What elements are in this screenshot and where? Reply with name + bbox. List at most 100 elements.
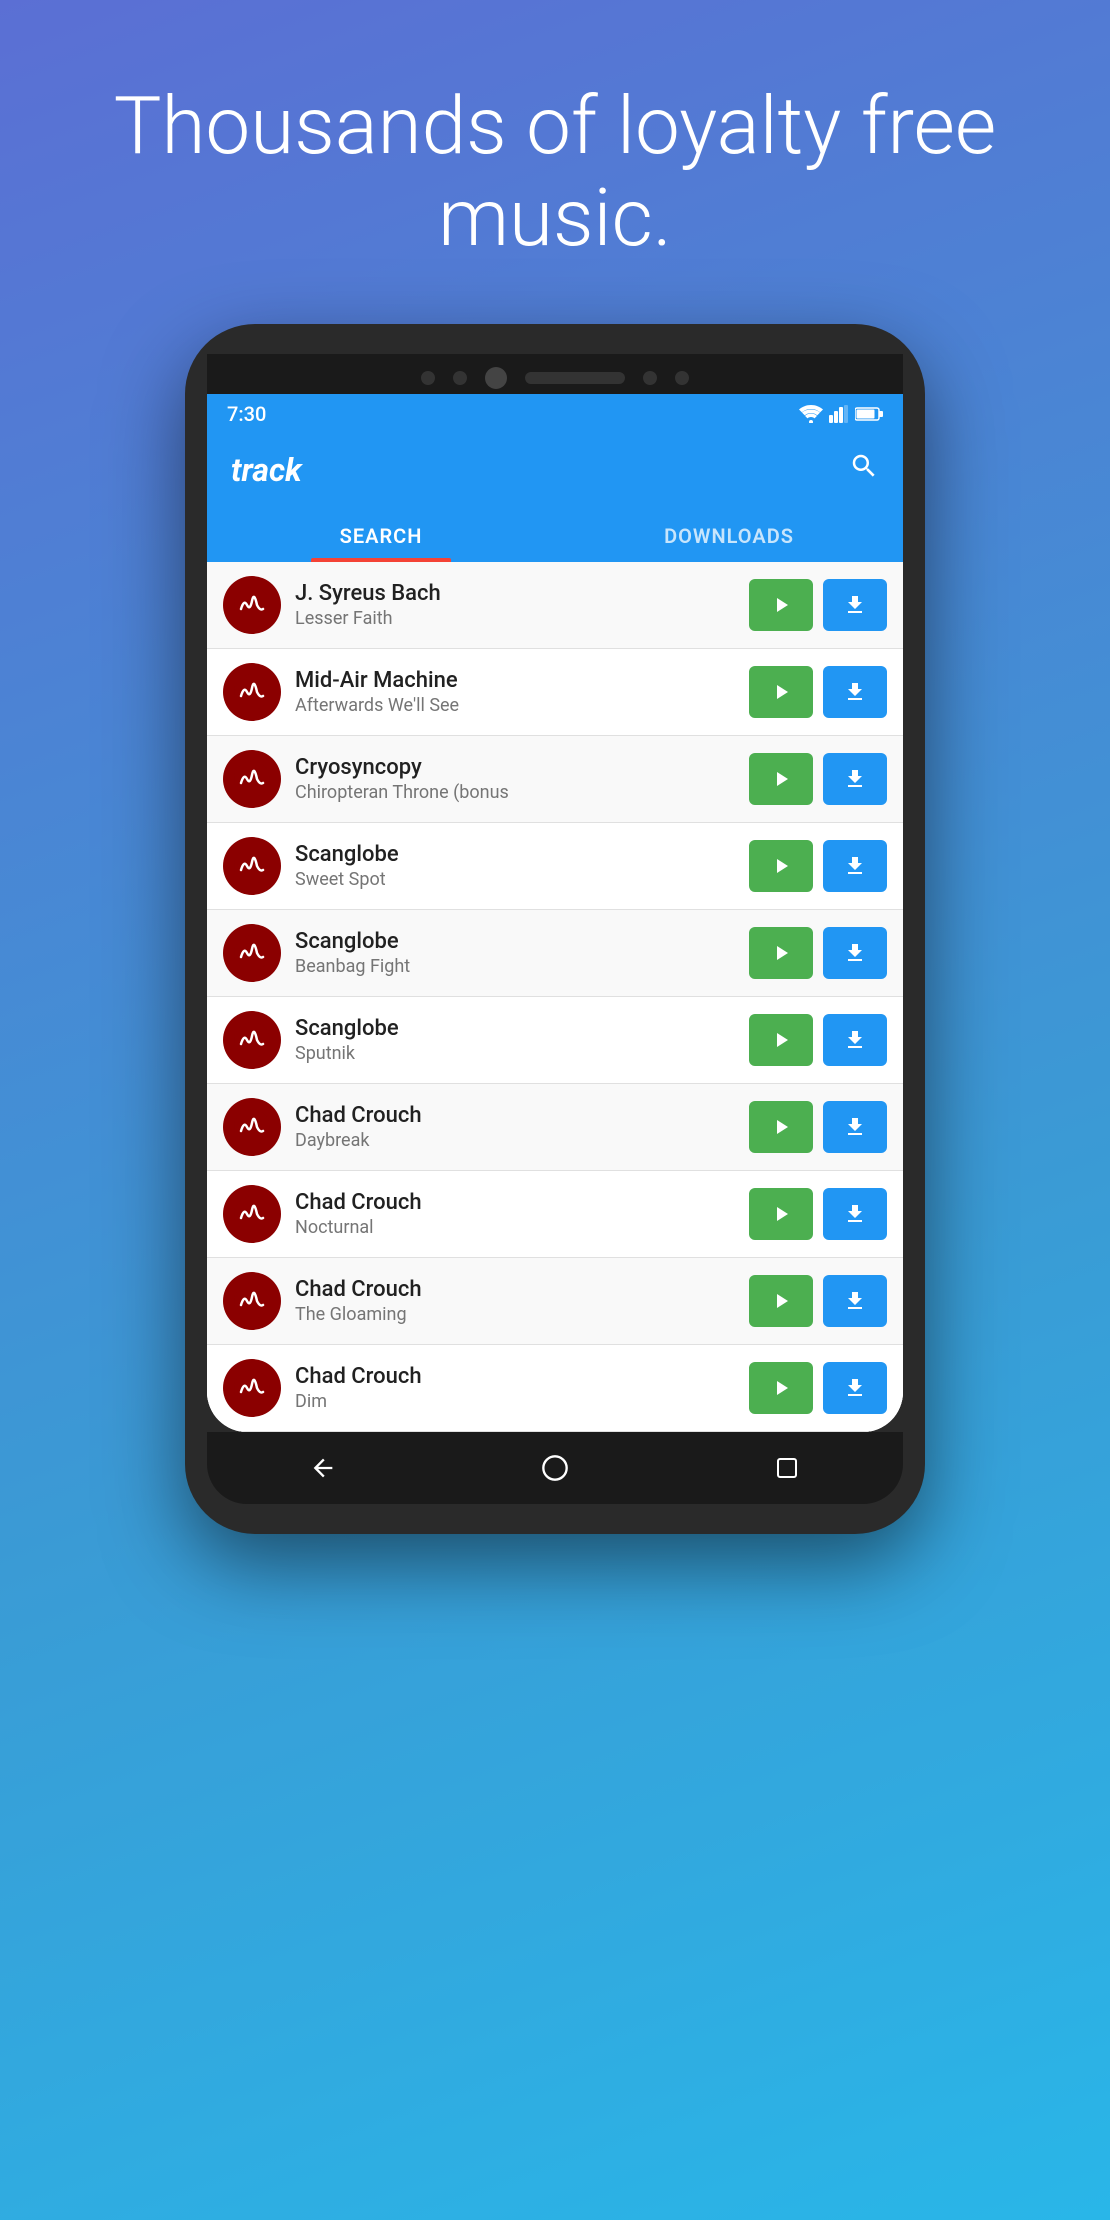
track-actions [749,840,887,892]
status-icons [799,405,883,423]
track-avatar [223,663,281,721]
track-actions [749,1188,887,1240]
notch-dot-2 [453,371,467,385]
play-button[interactable] [749,1101,813,1153]
download-button[interactable] [823,666,887,718]
tab-downloads[interactable]: DOWNLOADS [555,506,903,562]
play-button[interactable] [749,753,813,805]
play-button[interactable] [749,1188,813,1240]
track-avatar [223,1098,281,1156]
track-actions [749,1101,887,1153]
signal-icon [829,405,849,423]
track-artist: Cryosyncopy [295,755,735,780]
track-artist: Scanglobe [295,1016,735,1041]
status-time: 7:30 [227,402,266,426]
track-artist: Scanglobe [295,842,735,867]
notch-camera [485,367,507,389]
nav-home-button[interactable] [535,1448,575,1488]
track-info: Cryosyncopy Chiropteran Throne (bonus [295,755,735,803]
track-title: Chiropteran Throne (bonus [295,782,735,803]
nav-recents-button[interactable] [767,1448,807,1488]
track-info: Scanglobe Beanbag Fight [295,929,735,977]
track-avatar [223,1185,281,1243]
track-list: J. Syreus Bach Lesser Faith [207,562,903,1432]
track-item: Scanglobe Beanbag Fight [207,910,903,997]
download-button[interactable] [823,753,887,805]
track-avatar [223,924,281,982]
notch-dot-3 [643,371,657,385]
track-actions [749,666,887,718]
track-artist: Chad Crouch [295,1103,735,1128]
track-artist: J. Syreus Bach [295,581,735,606]
track-info: Scanglobe Sputnik [295,1016,735,1064]
download-button[interactable] [823,1101,887,1153]
track-item: Chad Crouch Dim [207,1345,903,1432]
download-button[interactable] [823,840,887,892]
track-title: Dim [295,1391,735,1412]
track-info: J. Syreus Bach Lesser Faith [295,581,735,629]
tabs: SEARCH DOWNLOADS [207,506,903,562]
track-item: Chad Crouch Nocturnal [207,1171,903,1258]
track-avatar [223,837,281,895]
screen: 7:30 [207,394,903,1432]
track-info: Chad Crouch Dim [295,1364,735,1412]
download-button[interactable] [823,1275,887,1327]
play-button[interactable] [749,1275,813,1327]
track-info: Mid-Air Machine Afterwards We'll See [295,668,735,716]
download-button[interactable] [823,579,887,631]
track-actions [749,579,887,631]
track-artist: Mid-Air Machine [295,668,735,693]
track-artist: Chad Crouch [295,1190,735,1215]
download-button[interactable] [823,1362,887,1414]
hero-text: Thousands of loyalty free music. [0,80,1110,264]
track-title: Daybreak [295,1130,735,1151]
track-avatar [223,1359,281,1417]
track-info: Chad Crouch Nocturnal [295,1190,735,1238]
play-button[interactable] [749,1014,813,1066]
track-artist: Chad Crouch [295,1364,735,1389]
track-info: Chad Crouch The Gloaming [295,1277,735,1325]
track-title: Beanbag Fight [295,956,735,977]
search-icon[interactable] [849,451,879,489]
track-avatar [223,1011,281,1069]
track-item: Cryosyncopy Chiropteran Throne (bonus [207,736,903,823]
track-avatar [223,750,281,808]
track-info: Chad Crouch Daybreak [295,1103,735,1151]
notch-speaker [525,372,625,384]
track-title: Lesser Faith [295,608,735,629]
phone-notch [207,354,903,394]
track-title: Sputnik [295,1043,735,1064]
download-button[interactable] [823,927,887,979]
download-button[interactable] [823,1188,887,1240]
wifi-icon [799,405,823,423]
track-item: Scanglobe Sweet Spot [207,823,903,910]
play-button[interactable] [749,840,813,892]
track-actions [749,753,887,805]
track-item: J. Syreus Bach Lesser Faith [207,562,903,649]
track-item: Mid-Air Machine Afterwards We'll See [207,649,903,736]
track-item: Chad Crouch The Gloaming [207,1258,903,1345]
play-button[interactable] [749,579,813,631]
track-title: Sweet Spot [295,869,735,890]
track-actions [749,1014,887,1066]
track-title: Nocturnal [295,1217,735,1238]
track-title: The Gloaming [295,1304,735,1325]
nav-back-button[interactable] [303,1448,343,1488]
play-button[interactable] [749,1362,813,1414]
play-button[interactable] [749,666,813,718]
app-title: track [231,451,302,489]
track-info: Scanglobe Sweet Spot [295,842,735,890]
phone: 7:30 [185,324,925,1534]
notch-dot-right [675,371,689,385]
track-title: Afterwards We'll See [295,695,735,716]
tab-search[interactable]: SEARCH [207,506,555,562]
track-avatar [223,576,281,634]
download-button[interactable] [823,1014,887,1066]
phone-nav [207,1432,903,1504]
play-button[interactable] [749,927,813,979]
battery-icon [855,406,883,422]
track-actions [749,1362,887,1414]
track-item: Scanglobe Sputnik [207,997,903,1084]
track-artist: Scanglobe [295,929,735,954]
track-avatar [223,1272,281,1330]
